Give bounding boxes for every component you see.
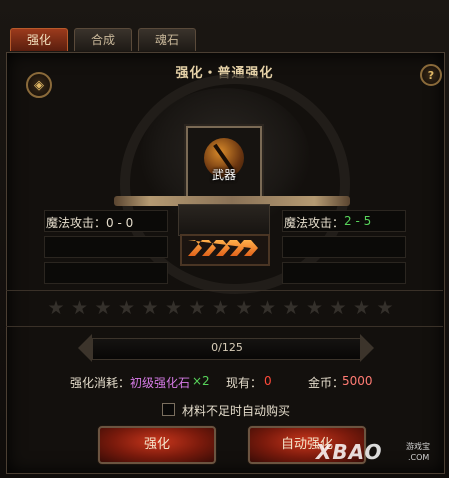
bar-left-cap: [78, 334, 92, 362]
divider-top: [6, 290, 443, 291]
weapon-slot[interactable]: 武器: [186, 126, 262, 202]
star-icon: ★: [117, 297, 136, 319]
star-icon: ★: [47, 297, 65, 319]
tab-bar: 强化 合成 魂石: [10, 28, 196, 51]
current-stat-box-2: [44, 236, 168, 258]
star-icon: ★: [258, 297, 277, 319]
ingot-icon[interactable]: ◈: [26, 72, 52, 98]
bar-right-cap: [360, 334, 374, 362]
star-icon: ★: [352, 297, 371, 319]
tab-synthesis[interactable]: 合成: [74, 28, 132, 51]
current-stat-text: 魔法攻击：0 - 0: [46, 216, 134, 230]
star-icon: ★: [188, 297, 206, 319]
tab-enhance[interactable]: 强化: [10, 28, 68, 51]
star-icon: ★: [94, 297, 112, 319]
weapon-slot-label: 武器: [211, 168, 236, 182]
star-icon: ★: [305, 297, 324, 319]
enhance-button[interactable]: 强化: [98, 426, 216, 464]
star-level-row: ★ ★ ★ ★ ★ ★ ★ ★ ★ ★ ★ ★ ★ ★ ★: [46, 298, 395, 318]
cost-multiplier: ×2: [192, 374, 210, 388]
have-value: 0: [264, 374, 272, 388]
site-logo-com: .COM: [408, 453, 430, 462]
gold-value: 5000: [342, 374, 373, 388]
auto-buy-checkbox[interactable]: [162, 403, 175, 416]
pedestal-decoration: [178, 204, 270, 236]
next-stat-box-2: [282, 236, 406, 258]
star-icon: ★: [164, 297, 183, 319]
progress-text: 0/125: [211, 341, 243, 354]
star-icon: ★: [235, 297, 253, 319]
gold-label: 金币：: [308, 376, 345, 390]
star-icon: ★: [329, 297, 347, 319]
current-stat-box-3: [44, 262, 168, 284]
tab-soulstone[interactable]: 魂石: [138, 28, 196, 51]
site-logo-sub: 游戏宝: [406, 442, 430, 451]
next-stat-text: 魔法攻击：: [284, 216, 345, 230]
next-stat-box-3: [282, 262, 406, 284]
help-icon[interactable]: ?: [420, 64, 442, 86]
cost-label: 强化消耗：: [70, 376, 131, 390]
cost-item[interactable]: 初级强化石: [130, 374, 190, 391]
upgrade-arrow: [180, 234, 270, 266]
site-logo: XBAO: [316, 440, 383, 464]
star-icon: ★: [211, 297, 230, 319]
star-icon: ★: [141, 297, 159, 319]
star-icon: ★: [376, 297, 394, 319]
star-icon: ★: [282, 297, 300, 319]
chevron-arrows-icon: [188, 240, 258, 256]
auto-buy-label[interactable]: 材料不足时自动购买: [182, 402, 290, 419]
have-label: 现有：: [226, 376, 263, 390]
next-stat-number: 2 - 5: [344, 214, 372, 228]
divider-mid: [6, 326, 443, 327]
progress-bar: 0/125: [92, 338, 362, 360]
star-icon: ★: [70, 297, 89, 319]
